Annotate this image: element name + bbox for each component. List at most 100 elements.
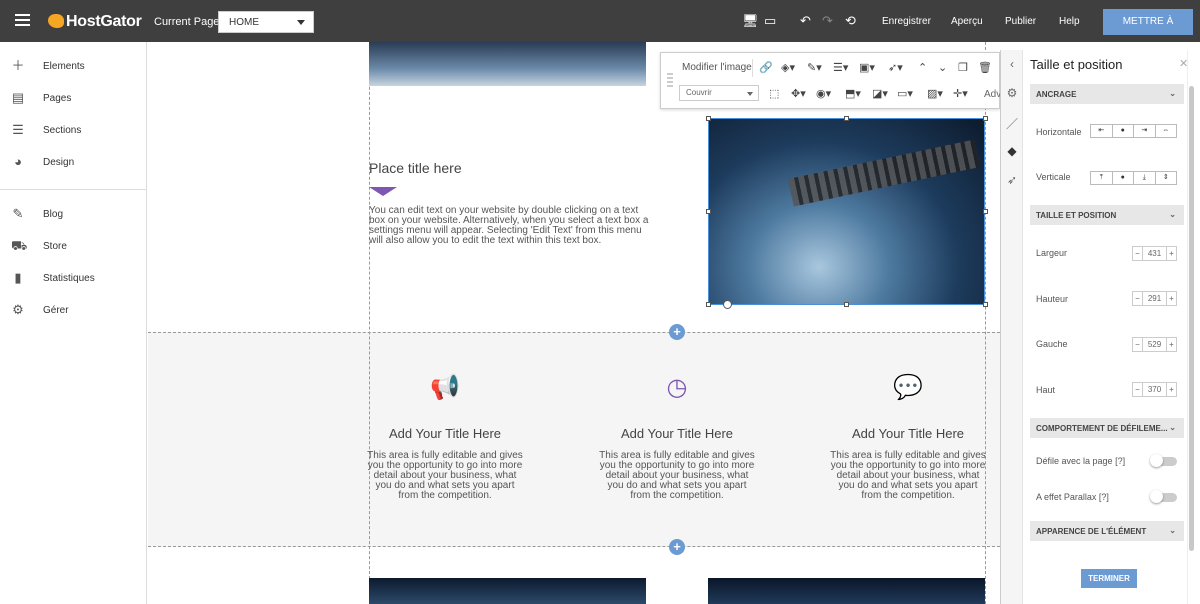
sidebar-item-statistics[interactable]: ▮ Statistiques	[0, 262, 147, 294]
sidebar-item-elements[interactable]: ＋ Elements	[0, 50, 147, 82]
resize-handle[interactable]	[983, 116, 988, 121]
top-stepper[interactable]: −370 +	[1132, 382, 1177, 397]
scroll-with-page-toggle[interactable]	[1150, 454, 1177, 467]
parallax-toggle[interactable]	[1150, 490, 1177, 503]
history-icon[interactable]: ⟲	[845, 14, 856, 27]
animation-icon[interactable]: ➶▾	[888, 62, 903, 74]
align-icon[interactable]: ✛▾	[953, 88, 968, 100]
anchor-top-icon[interactable]: ⤒	[1091, 172, 1113, 184]
sidebar-item-store[interactable]: ⛟ Store	[0, 230, 147, 262]
anchor-left-icon[interactable]: ⇤	[1091, 125, 1113, 137]
anchor-right-icon[interactable]: ⇥	[1134, 125, 1156, 137]
publish-button[interactable]: Publier	[1005, 16, 1036, 27]
sidebar-item-design[interactable]: ◕ Design	[0, 146, 147, 178]
sidebar-item-sections[interactable]: ☰ Sections	[0, 114, 147, 146]
increment-button[interactable]: +	[1166, 338, 1176, 351]
hamburger-icon[interactable]	[15, 14, 30, 26]
section-appearance-header[interactable]: APPARENCE DE L'ÉLÉMENT ⌄	[1030, 521, 1184, 541]
width-value[interactable]: 431	[1143, 247, 1166, 260]
help-button[interactable]: Help	[1059, 16, 1080, 27]
move-up-icon[interactable]: ⌃	[918, 62, 927, 74]
sidebar-item-blog[interactable]: ✎ Blog	[0, 198, 147, 230]
horizontal-anchor-control[interactable]: ⇤ ● ⇥ ⇔	[1090, 124, 1177, 138]
desktop-icon[interactable]: 🖥	[742, 14, 759, 27]
feature-title[interactable]: Add Your Title Here	[828, 426, 988, 441]
feature-text[interactable]: This area is fully editable and gives yo…	[828, 451, 988, 501]
increment-button[interactable]: +	[1166, 292, 1176, 305]
resize-handle[interactable]	[844, 302, 849, 307]
feature-title[interactable]: Add Your Title Here	[365, 426, 525, 441]
visibility-icon[interactable]: ◉▾	[816, 88, 831, 100]
place-title-text[interactable]: Place title here	[369, 160, 462, 176]
anchor-bottom-icon[interactable]: ⤓	[1134, 172, 1156, 184]
left-value[interactable]: 529	[1143, 338, 1166, 351]
position-icon[interactable]: ✥▾	[791, 88, 806, 100]
redo-icon[interactable]: ↷	[822, 14, 833, 27]
selected-space-image[interactable]	[708, 118, 985, 305]
sidebar-item-manage[interactable]: ⚙ Gérer	[0, 294, 147, 326]
crop-icon[interactable]: ⬚	[769, 88, 779, 100]
feature-text[interactable]: This area is fully editable and gives yo…	[597, 451, 757, 501]
image-settings-icon[interactable]: ◪▾	[872, 88, 888, 100]
advanced-button[interactable]: Adv	[984, 89, 1001, 101]
section-anchor-header[interactable]: ANCRAGE ⌄	[1030, 84, 1184, 104]
gear-icon[interactable]: ⚙	[1005, 86, 1019, 100]
save-button[interactable]: Enregistrer	[882, 16, 931, 27]
help-link[interactable]: [?]	[1099, 492, 1109, 502]
upgrade-button[interactable]: METTRE À NIVEAU	[1103, 9, 1193, 53]
increment-button[interactable]: +	[1166, 383, 1176, 396]
link-icon[interactable]: 🔗	[759, 62, 773, 74]
feature-text[interactable]: This area is fully editable and gives yo…	[365, 451, 525, 501]
resize-handle[interactable]	[706, 302, 711, 307]
fit-select[interactable]: Couvrir	[679, 85, 759, 101]
preview-button[interactable]: Aperçu	[951, 16, 983, 27]
left-stepper[interactable]: −529 +	[1132, 337, 1177, 352]
resize-handle[interactable]	[706, 116, 711, 121]
shape-icon[interactable]: ▭▾	[897, 88, 913, 100]
add-section-button[interactable]: +	[669, 539, 685, 555]
delete-icon[interactable]: 🗑	[978, 62, 992, 74]
section-size-position-header[interactable]: TAILLE ET POSITION ⌄	[1030, 205, 1184, 225]
chat-icon[interactable]: 💬	[828, 372, 988, 404]
edit-image-button[interactable]: Modifier l'image	[682, 62, 752, 73]
mobile-icon[interactable]: ▭	[764, 14, 776, 27]
border-style-icon[interactable]: ☰▾	[833, 62, 848, 74]
duplicate-icon[interactable]: ❐	[958, 62, 968, 74]
megaphone-icon[interactable]: 📢	[365, 372, 525, 404]
current-page-select[interactable]: HOME	[218, 11, 314, 33]
rocket-icon[interactable]: ➶	[1005, 173, 1019, 187]
editor-canvas[interactable]: Place title here You can edit text on yo…	[148, 42, 1000, 604]
bottom-image-left[interactable]	[369, 578, 646, 604]
back-arrow-icon[interactable]: ‹	[1005, 57, 1019, 71]
undo-icon[interactable]: ↶	[800, 14, 811, 27]
place-body-text[interactable]: You can edit text on your website by dou…	[369, 206, 649, 246]
anchor-middle-icon[interactable]: ●	[1113, 172, 1134, 184]
drag-handle[interactable]	[667, 73, 673, 89]
fill-icon[interactable]: ◈▾	[781, 62, 795, 74]
width-stepper[interactable]: −431 +	[1132, 246, 1177, 261]
resize-handle[interactable]	[706, 209, 711, 214]
decrement-button[interactable]: −	[1133, 247, 1143, 260]
top-value[interactable]: 370	[1143, 383, 1166, 396]
anchor-vstretch-icon[interactable]: ⇕	[1156, 172, 1177, 184]
add-section-button[interactable]: +	[669, 324, 685, 340]
brush-icon[interactable]: ✎▾	[807, 62, 822, 74]
brush-icon[interactable]: ／	[1005, 115, 1019, 132]
resize-handle[interactable]	[844, 116, 849, 121]
section-scroll-header[interactable]: COMPORTEMENT DE DÉFILEME... ⌄	[1030, 418, 1184, 438]
decrement-button[interactable]: −	[1133, 292, 1143, 305]
vertical-anchor-control[interactable]: ⤒ ● ⤓ ⇕	[1090, 171, 1177, 185]
background-icon[interactable]: ▨▾	[927, 88, 943, 100]
resize-handle[interactable]	[983, 209, 988, 214]
anchor-stretch-icon[interactable]: ⇔	[1156, 125, 1177, 137]
anchor-center-icon[interactable]: ●	[1113, 125, 1134, 137]
feature-title[interactable]: Add Your Title Here	[597, 426, 757, 441]
resize-handle[interactable]	[983, 302, 988, 307]
bottom-image-right[interactable]	[708, 578, 985, 604]
clock-icon[interactable]: ◷	[597, 372, 757, 404]
scrollbar-thumb[interactable]	[1189, 86, 1194, 551]
help-link[interactable]: [?]	[1115, 456, 1125, 466]
rotate-handle[interactable]	[723, 300, 732, 309]
ruler-icon[interactable]: ◆	[1005, 144, 1019, 158]
sidebar-item-pages[interactable]: ▤ Pages	[0, 82, 147, 114]
